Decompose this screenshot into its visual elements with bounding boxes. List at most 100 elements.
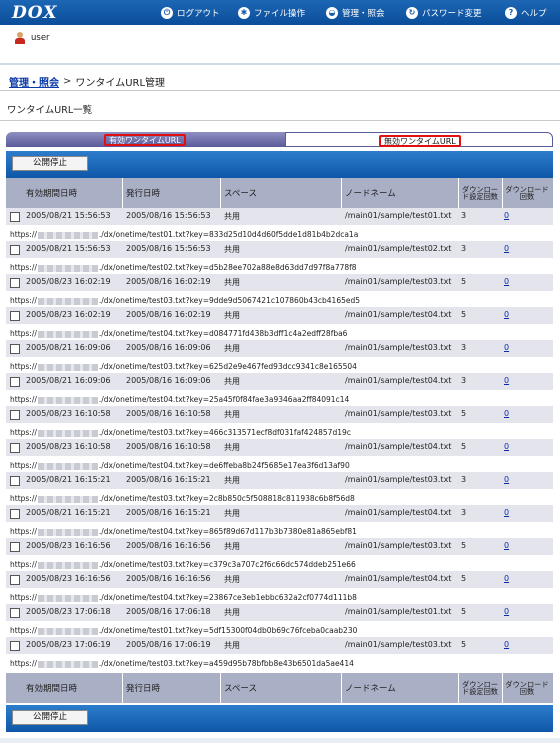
file-ops-icon: ✱: [238, 7, 250, 19]
col-dl-count[interactable]: ダウンロード回数: [504, 178, 550, 208]
cell-dl-limit: 3: [461, 244, 467, 253]
row-url: https:// ./dx/onetime/test01.txt?key=5df1…: [6, 621, 553, 637]
col-dl-limit[interactable]: ダウンロード設定回数: [460, 178, 500, 208]
cell-dl-count-link[interactable]: 0: [504, 442, 509, 451]
url-prefix: https://: [10, 230, 37, 239]
cell-expiry: 2005/08/21 16:09:06: [26, 343, 111, 352]
onetime-url[interactable]: https:// ./dx/onetime/test03.txt?key=c379…: [10, 560, 356, 569]
nav-password[interactable]: ↻ パスワード変更: [406, 6, 482, 20]
onetime-url[interactable]: https:// ./dx/onetime/test03.txt?key=9dde…: [10, 296, 360, 305]
url-prefix: https://: [10, 362, 37, 371]
col-space[interactable]: スペース: [224, 178, 257, 208]
cell-dl-count-link[interactable]: 0: [504, 376, 509, 385]
nav-logout[interactable]: ⏻ ログアウト: [161, 6, 220, 20]
cell-issued: 2005/08/16 15:56:53: [126, 244, 211, 253]
row-checkbox[interactable]: [10, 410, 20, 420]
row-checkbox[interactable]: [10, 542, 20, 552]
cell-dl-count-link[interactable]: 0: [504, 475, 509, 484]
nav-file-ops[interactable]: ✱ ファイル操作: [238, 6, 305, 20]
divider: [0, 63, 560, 65]
top-nav-bar: DOX ⏻ ログアウト ✱ ファイル操作 ◒ 管理・照会 ↻ パスワード変更 ?…: [0, 0, 560, 25]
onetime-url[interactable]: https:// ./dx/onetime/test03.txt?key=625d…: [10, 362, 357, 371]
cell-issued: 2005/08/16 16:02:19: [126, 310, 211, 319]
row-url: https:// ./dx/onetime/test03.txt?key=625d…: [6, 357, 553, 373]
tab-inactive-urls[interactable]: 無効ワンタイムURL: [285, 132, 553, 147]
onetime-url[interactable]: https:// ./dx/onetime/test01.txt?key=833d…: [10, 230, 358, 239]
page-footer: [0, 738, 560, 743]
onetime-url[interactable]: https:// ./dx/onetime/test03.txt?key=466c…: [10, 428, 351, 437]
table-row: 2005/08/21 16:15:21 2005/08/16 16:15:21 共用…: [6, 472, 553, 505]
breadcrumb-admin-link[interactable]: 管理・照会: [9, 74, 59, 89]
row-checkbox[interactable]: [10, 641, 20, 651]
cell-dl-count-link[interactable]: 0: [504, 508, 509, 517]
onetime-url[interactable]: https:// ./dx/onetime/test04.txt?key=de6f…: [10, 461, 350, 470]
row-url: https:// ./dx/onetime/test01.txt?key=833d…: [6, 225, 553, 241]
col-dl-limit[interactable]: ダウンロード設定回数: [460, 673, 500, 703]
admin-icon: ◒: [326, 7, 338, 19]
col-node[interactable]: ノードネーム: [345, 178, 396, 208]
onetime-url[interactable]: https:// ./dx/onetime/test04.txt?key=2386…: [10, 593, 357, 602]
masked-host: [37, 462, 98, 470]
onetime-url[interactable]: https:// ./dx/onetime/test04.txt?key=d084…: [10, 329, 347, 338]
row-checkbox[interactable]: [10, 608, 20, 618]
cell-dl-count-link[interactable]: 0: [504, 574, 509, 583]
page-title: ワンタイムURL一覧: [7, 105, 93, 116]
col-divider: [458, 178, 459, 208]
tab-active-urls[interactable]: 有効ワンタイムURL: [6, 132, 285, 147]
stop-publish-button[interactable]: 公開停止: [12, 156, 88, 171]
onetime-url[interactable]: https:// ./dx/onetime/test02.txt?key=d5b2…: [10, 263, 357, 272]
row-checkbox[interactable]: [10, 344, 20, 354]
table-row: 2005/08/23 16:10:58 2005/08/16 16:10:58 共用…: [6, 406, 553, 439]
row-checkbox[interactable]: [10, 443, 20, 453]
col-expiry[interactable]: 有効期間日時: [26, 673, 77, 703]
nav-admin[interactable]: ◒ 管理・照会: [326, 6, 385, 20]
cell-dl-count-link[interactable]: 0: [504, 409, 509, 418]
row-checkbox[interactable]: [10, 245, 20, 255]
onetime-url[interactable]: https:// ./dx/onetime/test01.txt?key=5df1…: [10, 626, 357, 635]
row-checkbox[interactable]: [10, 476, 20, 486]
masked-host: [37, 330, 98, 338]
row-checkbox[interactable]: [10, 575, 20, 585]
cell-issued: 2005/08/16 16:10:58: [126, 409, 211, 418]
nav-password-label: パスワード変更: [422, 9, 482, 19]
row-checkbox[interactable]: [10, 212, 20, 222]
cell-dl-limit: 5: [461, 574, 467, 583]
url-path: ./dx/onetime/test04.txt?key=de6ffeba8b24…: [98, 461, 350, 470]
url-path: ./dx/onetime/test02.txt?key=d5b28ee702a8…: [98, 263, 357, 272]
cell-dl-count-link[interactable]: 0: [504, 343, 509, 352]
table-row: 2005/08/23 16:16:56 2005/08/16 16:16:56 共用…: [6, 571, 553, 604]
onetime-url[interactable]: https:// ./dx/onetime/test04.txt?key=25a4…: [10, 395, 349, 404]
url-path: ./dx/onetime/test04.txt?key=23867ce3eb1e…: [98, 593, 357, 602]
col-expiry[interactable]: 有効期間日時: [26, 178, 77, 208]
stop-publish-button[interactable]: 公開停止: [12, 710, 88, 725]
col-dl-count[interactable]: ダウンロード回数: [504, 673, 550, 703]
cell-space: 共用: [224, 476, 240, 485]
row-checkbox[interactable]: [10, 311, 20, 321]
user-icon: [14, 32, 25, 44]
cell-dl-count-link[interactable]: 0: [504, 541, 509, 550]
nav-help[interactable]: ? ヘルプ: [505, 6, 547, 20]
masked-host: [37, 231, 98, 239]
cell-dl-count-link[interactable]: 0: [504, 211, 509, 220]
onetime-url[interactable]: https:// ./dx/onetime/test04.txt?key=865f…: [10, 527, 357, 536]
col-space[interactable]: スペース: [224, 673, 257, 703]
masked-host: [37, 396, 98, 404]
onetime-url[interactable]: https:// ./dx/onetime/test03.txt?key=2c8b…: [10, 494, 355, 503]
masked-host: [37, 594, 98, 602]
url-path: ./dx/onetime/test03.txt?key=625d2e9e467f…: [98, 362, 357, 371]
col-node[interactable]: ノードネーム: [345, 673, 396, 703]
onetime-url[interactable]: https:// ./dx/onetime/test03.txt?key=a459…: [10, 659, 354, 668]
row-checkbox[interactable]: [10, 377, 20, 387]
cell-dl-count-link[interactable]: 0: [504, 277, 509, 286]
cell-expiry: 2005/08/21 16:15:21: [26, 508, 111, 517]
cell-node: /main01/sample/test02.txt: [345, 244, 452, 253]
cell-dl-count-link[interactable]: 0: [504, 310, 509, 319]
row-checkbox[interactable]: [10, 278, 20, 288]
row-checkbox[interactable]: [10, 509, 20, 519]
cell-dl-count-link[interactable]: 0: [504, 607, 509, 616]
cell-issued: 2005/08/16 16:10:58: [126, 442, 211, 451]
col-issued[interactable]: 発行日時: [126, 178, 160, 208]
col-issued[interactable]: 発行日時: [126, 673, 160, 703]
cell-dl-count-link[interactable]: 0: [504, 640, 509, 649]
cell-dl-count-link[interactable]: 0: [504, 244, 509, 253]
